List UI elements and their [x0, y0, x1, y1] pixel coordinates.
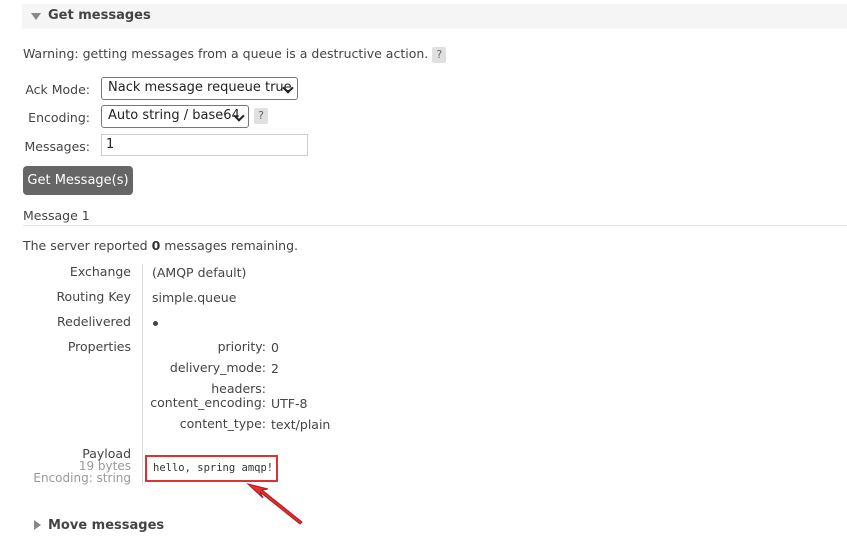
table-divider — [142, 264, 143, 486]
payload-value: hello, spring amqp! — [153, 462, 274, 474]
ack-mode-select[interactable]: Nack message requeue true — [101, 77, 298, 100]
server-report-prefix: The server reported — [23, 238, 148, 253]
priority-label: priority: — [217, 339, 266, 354]
remaining-count: 0 — [151, 238, 161, 253]
encoding-help-icon[interactable]: ? — [254, 108, 268, 124]
exchange-label: Exchange — [69, 264, 131, 279]
messages-count-input[interactable]: 1 — [101, 134, 308, 156]
warning-text: Warning: getting messages from a queue i… — [23, 46, 429, 61]
delivery-mode-label: delivery_mode: — [169, 360, 266, 375]
delivery-mode-value: 2 — [271, 361, 279, 376]
ack-mode-selected: Nack message requeue true — [108, 80, 292, 95]
payload-encoding: Encoding: string — [33, 471, 131, 485]
properties-label: Properties — [67, 339, 131, 354]
get-messages-title: Get messages — [48, 8, 151, 23]
content-type-value: text/plain — [271, 417, 331, 432]
encoding-selected: Auto string / base64 — [108, 108, 240, 123]
content-type-label: content_type: — [179, 416, 266, 431]
content-encoding-value: UTF-8 — [271, 396, 308, 411]
encoding-select[interactable]: Auto string / base64 — [101, 105, 249, 128]
headers-label: headers: — [211, 381, 266, 396]
routing-key-label: Routing Key — [56, 289, 131, 304]
priority-value: 0 — [271, 340, 279, 355]
get-messages-button[interactable]: Get Message(s) — [23, 166, 133, 195]
server-report: The server reported 0 messages remaining… — [23, 238, 298, 253]
annotation-arrow-icon — [246, 483, 303, 525]
message-title: Message 1 — [23, 208, 90, 223]
content-encoding-label: content_encoding: — [150, 395, 266, 410]
encoding-label: Encoding: — [28, 110, 90, 125]
expand-triangle-icon[interactable] — [34, 520, 41, 530]
redelivered-bullet-icon — [153, 321, 158, 326]
collapse-triangle-icon — [31, 13, 41, 20]
server-report-suffix: messages remaining. — [164, 238, 299, 253]
arrow-shape — [246, 483, 303, 525]
routing-key-value: simple.queue — [152, 290, 237, 305]
get-messages-header[interactable]: Get messages — [22, 4, 847, 29]
destructive-warning: Warning: getting messages from a queue i… — [23, 46, 447, 63]
exchange-value: (AMQP default) — [152, 265, 247, 280]
move-messages-title[interactable]: Move messages — [48, 518, 164, 533]
divider — [23, 225, 847, 226]
redelivered-label: Redelivered — [57, 314, 131, 329]
warning-help-icon[interactable]: ? — [432, 46, 447, 63]
ack-mode-label: Ack Mode: — [25, 82, 90, 97]
messages-label: Messages: — [24, 139, 90, 154]
